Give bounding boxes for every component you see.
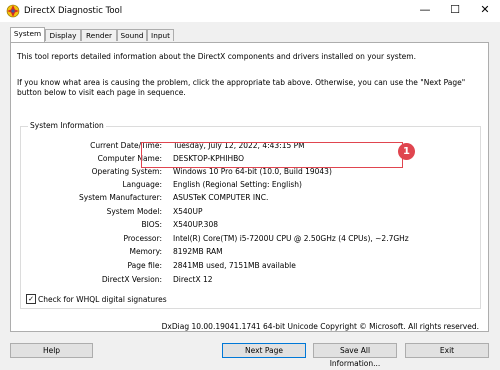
info-row-page-file: Page file: 2841MB used, 7151MB available xyxy=(21,261,480,271)
intro-text: This tool reports detailed information a… xyxy=(17,52,416,61)
info-value: 8192MB RAM xyxy=(173,247,223,256)
minimize-button[interactable]: — xyxy=(411,0,439,22)
group-title: System Information xyxy=(28,121,106,130)
info-label: Operating System: xyxy=(91,167,162,176)
info-label: System Manufacturer: xyxy=(79,193,162,202)
tab-label: Input xyxy=(151,31,170,40)
info-row-language: Language: English (Regional Setting: Eng… xyxy=(21,180,480,190)
info-label: Language: xyxy=(122,180,162,189)
info-value: 2841MB used, 7151MB available xyxy=(173,261,296,270)
close-button[interactable]: ✕ xyxy=(471,0,499,22)
info-row-model: System Model: X540UP xyxy=(21,207,480,217)
info-value: ASUSTeK COMPUTER INC. xyxy=(173,193,269,202)
info-row-processor: Processor: Intel(R) Core(TM) i5-7200U CP… xyxy=(21,234,480,244)
tab-system[interactable]: System xyxy=(10,27,45,42)
exit-button[interactable]: Exit xyxy=(405,343,489,358)
tab-label: Display xyxy=(49,31,77,40)
whql-label: Check for WHQL digital signatures xyxy=(38,295,167,304)
info-value: Windows 10 Pro 64-bit (10.0, Build 19043… xyxy=(173,167,332,176)
title-bar: DirectX Diagnostic Tool — ☐ ✕ xyxy=(0,0,500,22)
info-row-os: Operating System: Windows 10 Pro 64-bit … xyxy=(21,167,480,177)
info-value: DirectX 12 xyxy=(173,275,213,284)
info-row-memory: Memory: 8192MB RAM xyxy=(21,247,480,257)
tab-sound[interactable]: Sound xyxy=(117,29,147,41)
tab-input[interactable]: Input xyxy=(147,29,174,41)
info-label: Memory: xyxy=(129,247,162,256)
info-row-directx-version: DirectX Version: DirectX 12 xyxy=(21,275,480,285)
step-badge: 1 xyxy=(398,143,415,160)
info-row-manufacturer: System Manufacturer: ASUSTeK COMPUTER IN… xyxy=(21,193,480,203)
tab-display[interactable]: Display xyxy=(45,29,81,41)
info-label: BIOS: xyxy=(141,220,162,229)
info-label: DirectX Version: xyxy=(101,275,162,284)
tab-render[interactable]: Render xyxy=(81,29,117,41)
info-value: X540UP xyxy=(173,207,203,216)
directx-icon xyxy=(6,4,20,18)
tab-label: Sound xyxy=(120,31,144,40)
info-row-bios: BIOS: X540UP.308 xyxy=(21,220,480,230)
system-tab-panel: This tool reports detailed information a… xyxy=(10,42,489,332)
tab-label: Render xyxy=(86,31,112,40)
save-all-information-button[interactable]: Save All Information... xyxy=(313,343,397,368)
maximize-button[interactable]: ☐ xyxy=(441,0,469,22)
window-title: DirectX Diagnostic Tool xyxy=(24,6,123,16)
info-value: X540UP.308 xyxy=(173,220,218,229)
processor-memory-highlight xyxy=(141,142,403,168)
info-value: Intel(R) Core(TM) i5-7200U CPU @ 2.50GHz… xyxy=(173,234,409,243)
help-button[interactable]: Help xyxy=(10,343,93,358)
info-label: Page file: xyxy=(127,261,163,270)
info-label: System Model: xyxy=(106,207,162,216)
next-page-button[interactable]: Next Page xyxy=(222,343,306,358)
info-value: English (Regional Setting: English) xyxy=(173,180,302,189)
version-copyright-text: DxDiag 10.00.19041.1741 64-bit Unicode C… xyxy=(161,322,479,331)
whql-check-row[interactable]: ✓ Check for WHQL digital signatures xyxy=(26,294,167,305)
tab-label: System xyxy=(13,29,42,38)
instruction-text: If you know what area is causing the pro… xyxy=(17,78,466,97)
whql-checkbox[interactable]: ✓ xyxy=(26,294,36,304)
info-label: Processor: xyxy=(123,234,162,243)
